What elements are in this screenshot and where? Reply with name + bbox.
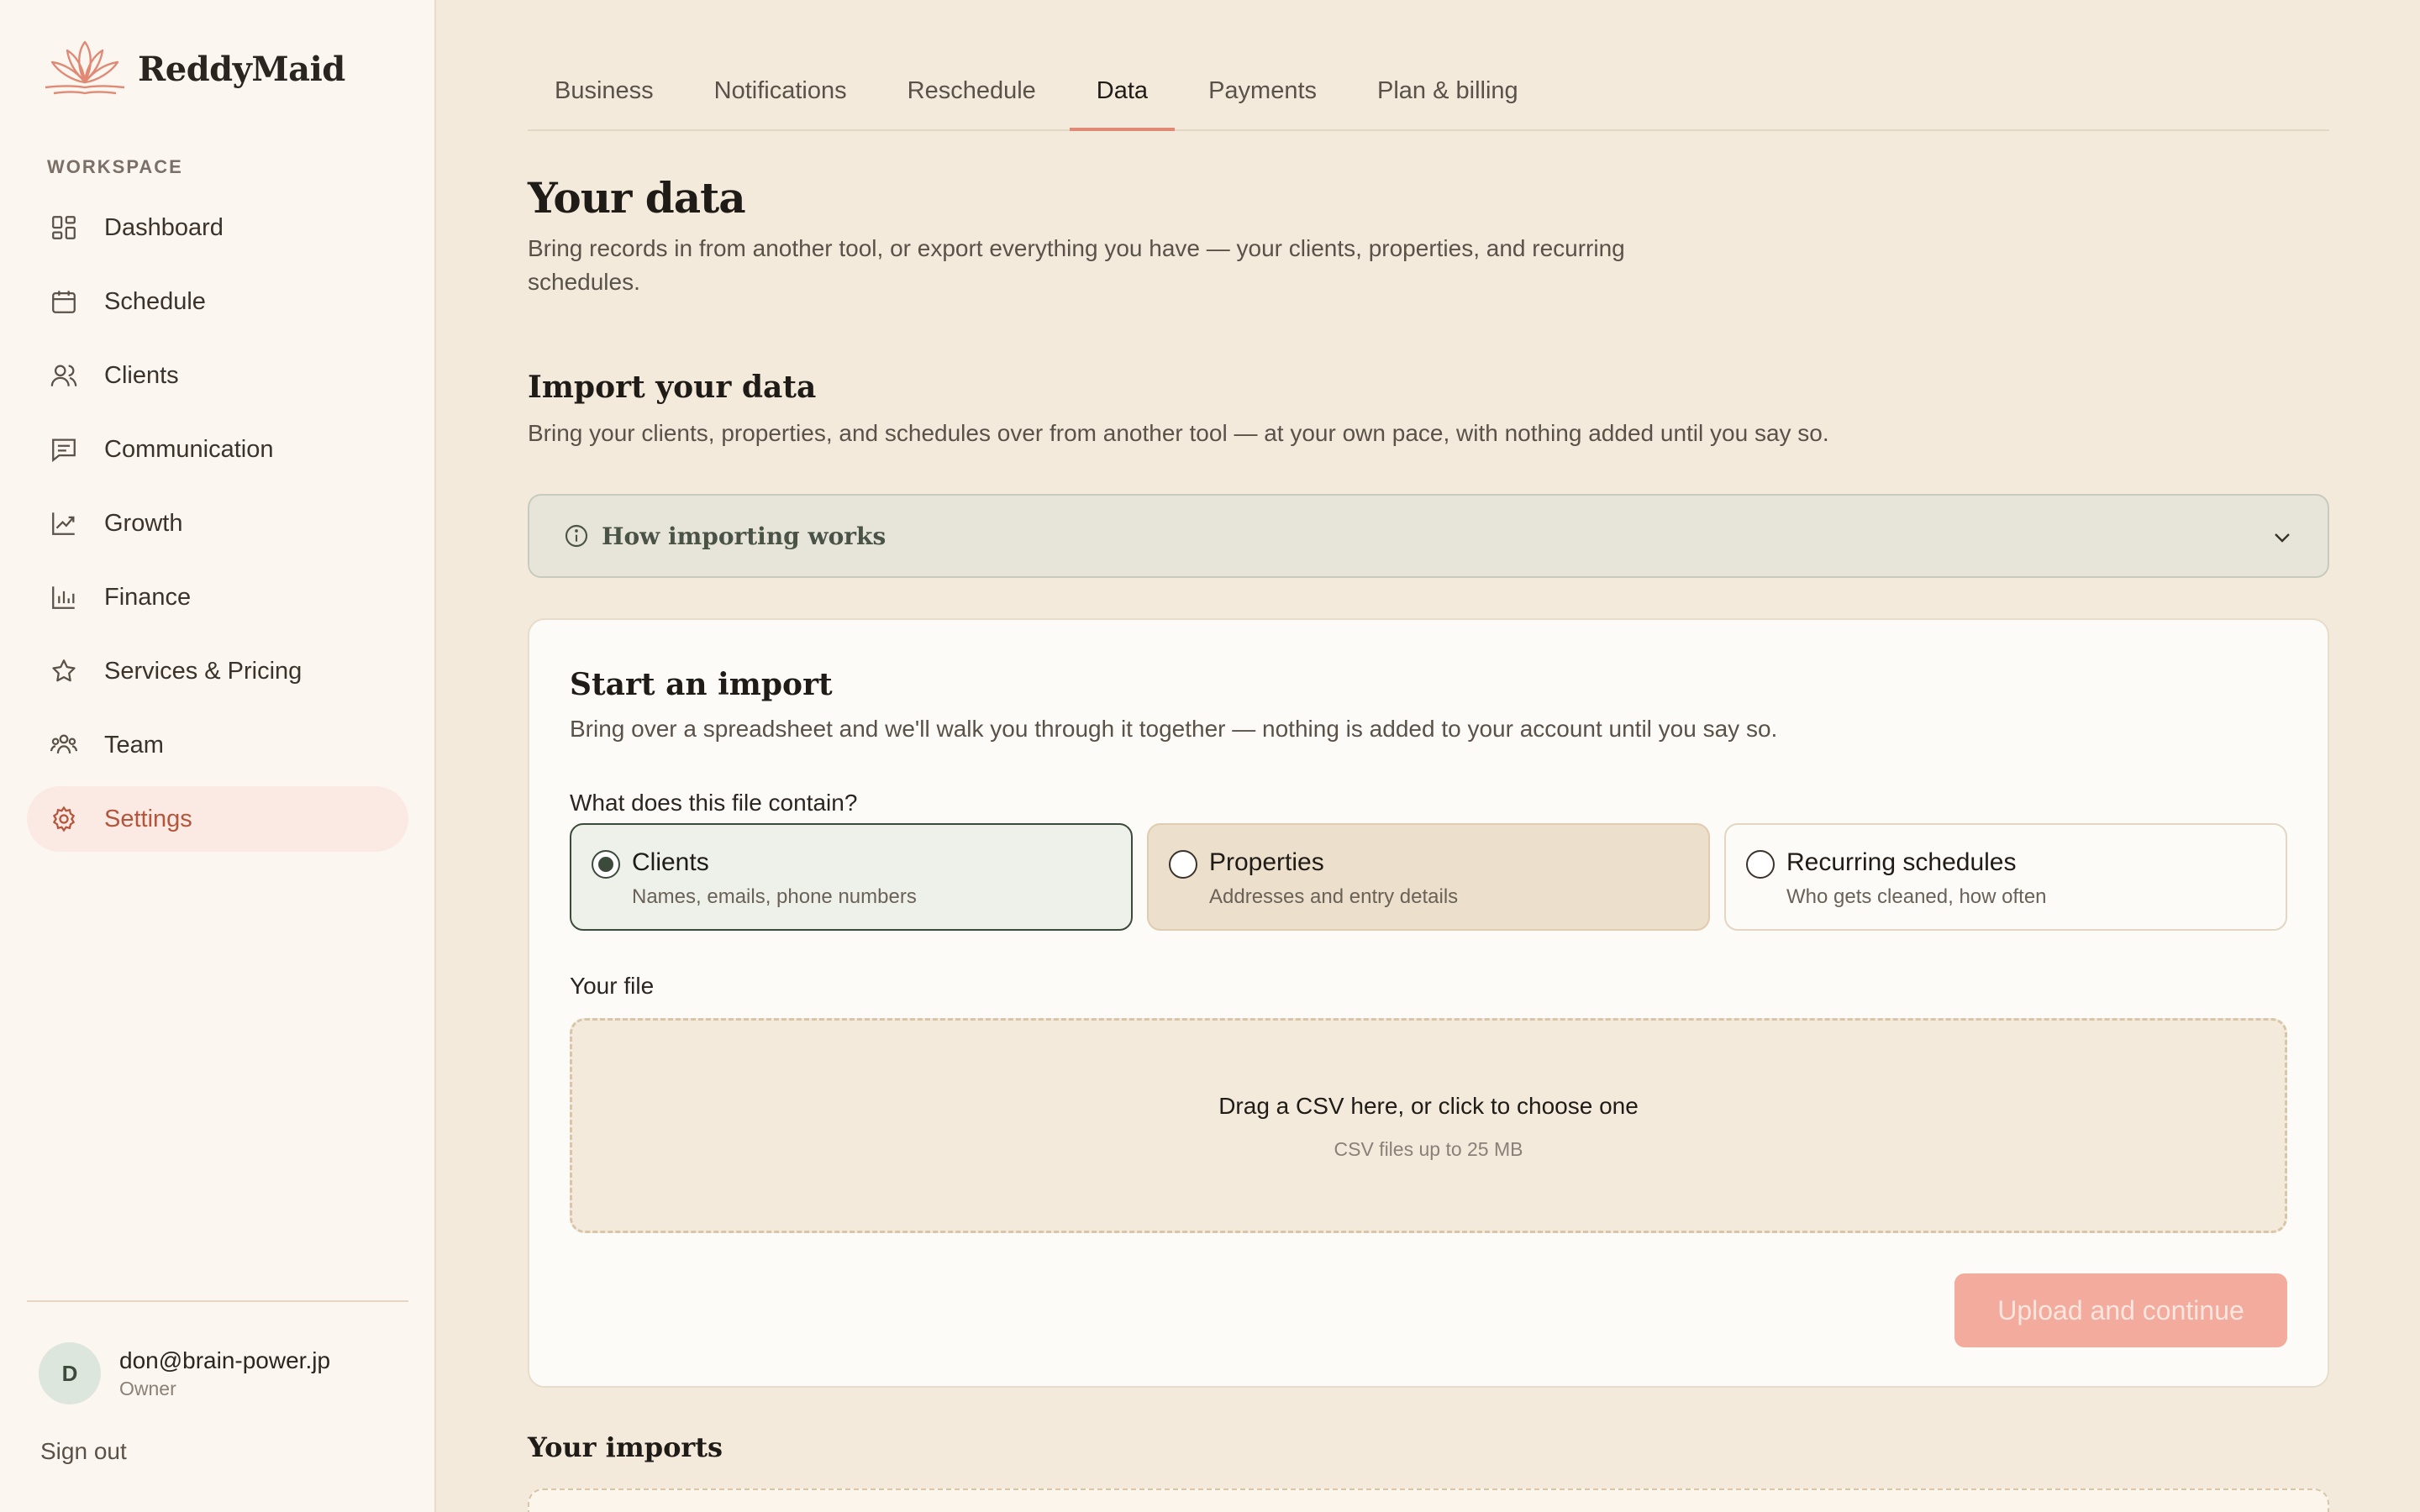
brand[interactable]: ReddyMaid: [40, 37, 345, 101]
radio-button[interactable]: [1746, 850, 1775, 879]
option-title: Recurring schedules: [1786, 848, 2017, 876]
sidebar-item-label: Dashboard: [104, 213, 224, 241]
workspace-section-label: WORKSPACE: [47, 156, 183, 177]
sidebar-divider: [27, 1300, 408, 1302]
sidebar-item-label: Clients: [104, 361, 179, 389]
page-lead: Bring records in from another tool, or e…: [528, 235, 1625, 295]
option-recurring-schedules[interactable]: Recurring schedules Who gets cleaned, ho…: [1724, 823, 2287, 931]
brand-name: ReddyMaid: [138, 49, 345, 89]
sidebar-item-label: Communication: [104, 435, 274, 463]
sidebar-item-label: Settings: [104, 805, 192, 832]
option-title: Clients: [632, 848, 709, 876]
option-description: Addresses and entry details: [1209, 885, 1459, 908]
import-section-subtitle: Bring your clients, properties, and sche…: [528, 420, 1829, 446]
calendar-icon: [49, 286, 79, 317]
sidebar-item-communication[interactable]: Communication: [27, 417, 408, 482]
start-import-subtitle: Bring over a spreadsheet and we'll walk …: [570, 716, 1778, 742]
start-import-title: Start an import: [570, 667, 833, 702]
sidebar-item-dashboard[interactable]: Dashboard: [27, 195, 408, 260]
sidebar-item-growth[interactable]: Growth: [27, 491, 408, 556]
sidebar-item-services-pricing[interactable]: Services & Pricing: [27, 638, 408, 704]
radio-button[interactable]: [1169, 850, 1197, 879]
sidebar-item-label: Growth: [104, 509, 183, 537]
csv-dropzone[interactable]: Drag a CSV here, or click to choose one …: [570, 1018, 2287, 1233]
team-icon: [49, 730, 79, 760]
start-import-card: Start an import Bring over a spreadsheet…: [528, 618, 2329, 1388]
import-section-title: Import your data: [528, 370, 817, 405]
tab-reschedule[interactable]: Reschedule: [881, 77, 1063, 129]
your-imports-title: Your imports: [528, 1431, 723, 1463]
tab-payments[interactable]: Payments: [1181, 77, 1344, 129]
sidebar-nav: Dashboard Schedule Clients Communication: [27, 195, 408, 860]
star-icon: [49, 656, 79, 686]
sidebar-item-label: Schedule: [104, 287, 206, 315]
sidebar: ReddyMaid WORKSPACE Dashboard Schedule C…: [0, 0, 436, 1512]
page-title: Your data: [528, 173, 746, 223]
users-icon: [49, 360, 79, 391]
avatar: D: [39, 1342, 101, 1404]
tab-plan-billing[interactable]: Plan & billing: [1350, 77, 1545, 129]
lotus-icon: [45, 40, 125, 95]
file-label: Your file: [570, 973, 655, 999]
option-description: Who gets cleaned, how often: [1786, 885, 2047, 908]
sidebar-item-settings[interactable]: Settings: [27, 786, 408, 852]
gear-icon: [49, 804, 79, 834]
chevron-down-icon: [2275, 533, 2290, 543]
tab-data[interactable]: Data: [1069, 77, 1176, 131]
sidebar-item-clients[interactable]: Clients: [27, 343, 408, 408]
tab-notifications[interactable]: Notifications: [687, 77, 874, 129]
trend-icon: [49, 508, 79, 538]
sidebar-item-schedule[interactable]: Schedule: [27, 269, 408, 334]
upload-and-continue-button[interactable]: Upload and continue: [1954, 1273, 2287, 1347]
app-root: ReddyMaid WORKSPACE Dashboard Schedule C…: [0, 0, 2420, 1512]
option-clients[interactable]: Clients Names, emails, phone numbers: [570, 823, 1133, 931]
imports-list: [528, 1488, 2329, 1512]
sidebar-item-label: Finance: [104, 583, 192, 611]
info-icon: [565, 524, 588, 548]
sidebar-item-team[interactable]: Team: [27, 712, 408, 778]
file-type-options: Clients Names, emails, phone numbers Pro…: [570, 823, 2287, 931]
user-role: Owner: [119, 1377, 176, 1399]
dropzone-hint: CSV files up to 25 MB: [1334, 1138, 1523, 1160]
message-icon: [49, 434, 79, 465]
file-type-question: What does this file contain?: [570, 790, 858, 816]
settings-tabs: Business Notifications Reschedule Data P…: [528, 0, 2329, 131]
option-title: Properties: [1209, 848, 1324, 876]
sidebar-item-label: Team: [104, 731, 164, 759]
how-importing-works-accordion[interactable]: How importing works: [528, 494, 2329, 578]
dropzone-instructions: Drag a CSV here, or click to choose one: [1218, 1093, 1639, 1119]
sign-out-link[interactable]: Sign out: [40, 1438, 127, 1465]
option-properties[interactable]: Properties Addresses and entry details: [1147, 823, 1710, 931]
grid-icon: [49, 213, 79, 243]
sidebar-item-finance[interactable]: Finance: [27, 564, 408, 630]
bar-chart-icon: [49, 582, 79, 612]
user-info: don@brain-power.jp Owner: [119, 1347, 330, 1400]
accordion-title: How importing works: [602, 522, 886, 550]
main-content: Business Notifications Reschedule Data P…: [436, 0, 2420, 1512]
user-profile[interactable]: D don@brain-power.jp Owner: [39, 1342, 330, 1404]
user-email: don@brain-power.jp: [119, 1347, 331, 1373]
tab-business[interactable]: Business: [528, 77, 681, 129]
option-description: Names, emails, phone numbers: [632, 885, 917, 908]
radio-button[interactable]: [592, 850, 620, 879]
sidebar-item-label: Services & Pricing: [104, 657, 302, 685]
